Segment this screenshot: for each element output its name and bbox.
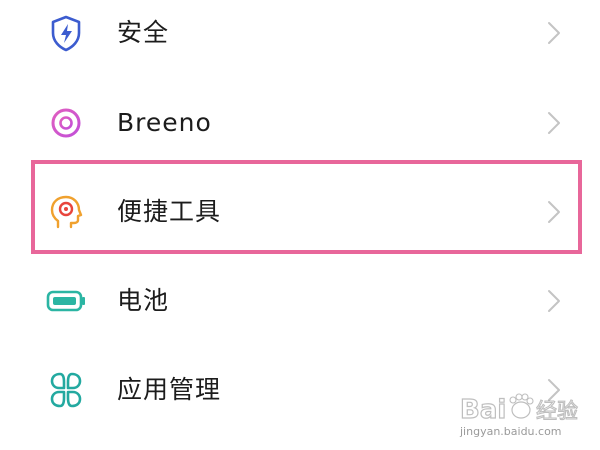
settings-item-security[interactable]: 安全 [0,0,600,78]
watermark-url: jingyan.baidu.com [460,425,562,438]
shield-icon [44,11,88,55]
settings-item-label: 电池 [117,286,170,315]
app-grid-icon [44,368,88,412]
battery-icon [44,279,88,323]
settings-item-convenience-tools[interactable]: 便捷工具 [0,167,600,257]
settings-item-battery[interactable]: 电池 [0,256,600,346]
svg-text:Bai: Bai [460,395,506,425]
settings-item-label: 安全 [117,18,170,47]
settings-list: 安全 Breeno 便捷工具 电池 应用管理 [0,0,600,450]
chevron-right-icon [544,108,564,138]
breeno-icon [44,101,88,145]
settings-item-breeno[interactable]: Breeno [0,78,600,168]
settings-item-label: 应用管理 [117,375,222,404]
head-target-icon [44,190,88,234]
chevron-right-icon [544,286,564,316]
settings-item-label: 便捷工具 [117,197,222,226]
svg-text:经验: 经验 [536,399,578,423]
chevron-right-icon [544,197,564,227]
chevron-right-icon [544,18,564,48]
settings-item-label: Breeno [117,108,212,137]
